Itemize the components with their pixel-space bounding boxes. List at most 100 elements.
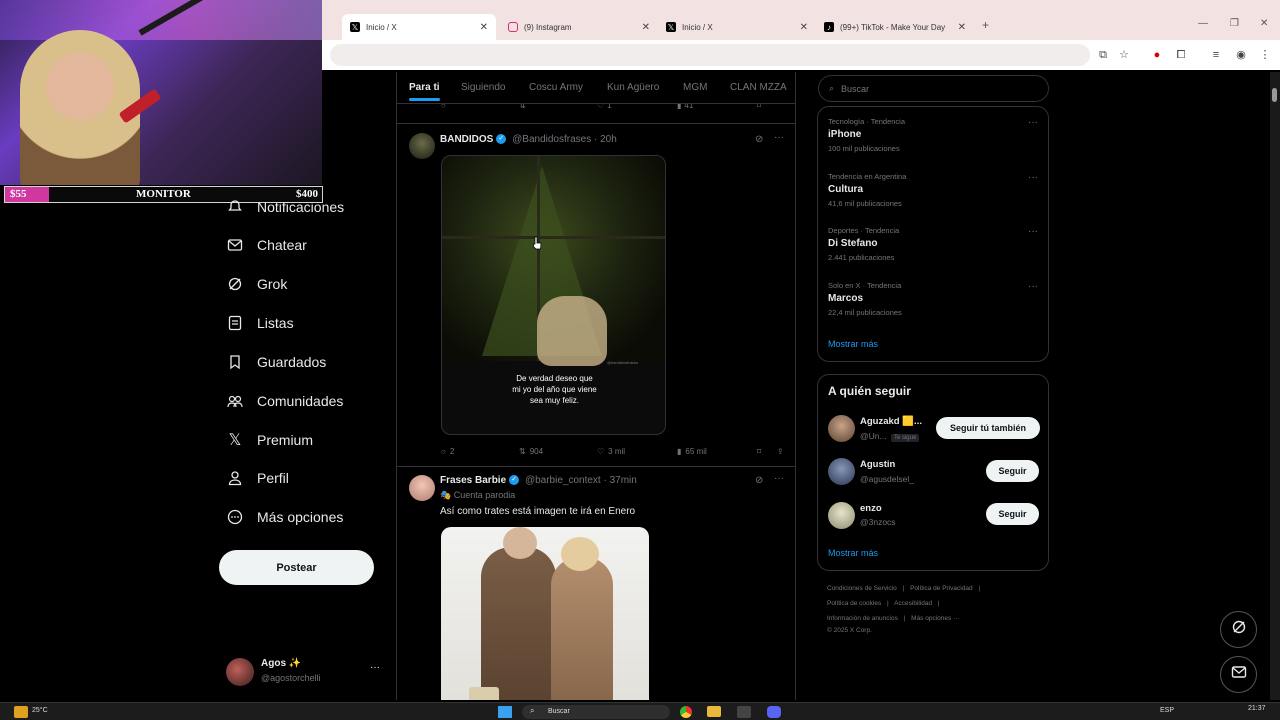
footer-link[interactable]: Información de anuncios [827,615,898,622]
grok-icon[interactable]: ⊘ [755,475,763,486]
avatar[interactable] [828,458,855,485]
follow-back-button[interactable]: Seguir tú también [936,417,1040,439]
nav-item-grok[interactable]: Grok [226,272,287,296]
tweet[interactable]: Frases Barbie ✓ @barbie_context · 37min 🎭… [397,467,795,700]
more-icon[interactable]: ··· [1028,172,1038,183]
clock[interactable]: 21:37 [1248,705,1266,712]
tab-siguiendo[interactable]: Siguiendo [461,82,505,93]
media-icon[interactable]: ≡ [1209,48,1223,62]
reply-button[interactable]: ○ 2 [441,447,454,456]
taskbar-search[interactable]: ⌕ Buscar [522,705,670,719]
avatar[interactable] [828,415,855,442]
obs-icon[interactable] [737,706,751,718]
tweet-author[interactable]: Frases Barbie [440,475,506,486]
tweet-handle[interactable]: @Bandidosfrases [512,134,591,145]
nav-item-mas-opciones[interactable]: Más opciones [226,505,343,529]
nav-label: Comunidades [257,393,344,409]
follow-name[interactable]: Agustin [860,459,895,470]
nav-item-comunidades[interactable]: Comunidades [226,389,343,413]
footer-link[interactable]: Más opciones ··· [911,615,959,622]
footer-link[interactable]: Política de Privacidad [910,585,973,592]
tab-mgm[interactable]: MGM [683,82,707,93]
follow-show-more-link[interactable]: Mostrar más [828,548,878,558]
tab-inicio-x-2[interactable]: 𝕏 Inicio / X ✕ [658,14,816,40]
messages-float-button[interactable] [1220,656,1257,693]
trend-item[interactable]: Deportes · Tendencia Di Stefano 2.441 pu… [828,226,899,262]
tweet-handle[interactable]: @barbie_context [525,475,601,486]
nav-item-notificaciones[interactable]: Notificaciones [226,195,344,219]
more-icon[interactable]: ··· [1028,281,1038,292]
language-indicator[interactable]: ESP [1160,707,1174,714]
restore-icon[interactable]: ❐ [1230,18,1239,29]
url-input[interactable] [330,44,1090,66]
trend-item[interactable]: Solo en X · Tendencia Marcos 22,4 mil pu… [828,281,902,317]
trends-show-more-link[interactable]: Mostrar más [828,339,878,349]
follow-button[interactable]: Seguir [986,460,1039,482]
minimize-icon[interactable]: — [1198,18,1208,29]
close-icon[interactable]: ✕ [642,22,650,33]
windows-start-icon[interactable] [498,706,512,718]
nav-item-perfil[interactable]: Perfil [226,466,289,490]
account-switcher[interactable]: Agos ✨ @agostorchelli ··· [226,656,386,690]
post-button[interactable]: Postear [219,550,374,585]
tab-instagram[interactable]: (9) Instagram ✕ [500,14,658,40]
tweet-image[interactable]: De verdad deseo que mi yo del año que vi… [441,155,666,435]
grok-float-button[interactable] [1220,611,1257,648]
grok-icon[interactable]: ⊘ [755,134,763,145]
nav-item-chatear[interactable]: Chatear [226,233,307,257]
tweet[interactable]: BANDIDOS ✓ @Bandidosfrases · 20h ⊘ ··· De… [397,124,795,466]
tweet-image[interactable] [441,527,649,700]
tab-para-ti[interactable]: Para ti [409,82,440,101]
footer-link[interactable]: Condiciones de Servicio [827,585,897,592]
trend-item[interactable]: Tendencia en Argentina Cultura 41,6 mil … [828,172,906,208]
install-app-icon[interactable]: ⧉ [1096,48,1110,62]
close-icon[interactable]: ✕ [480,22,488,33]
menu-icon[interactable]: ⋮ [1258,48,1272,62]
folder-icon[interactable] [707,706,721,717]
search-input[interactable]: ⌕ Buscar [818,75,1049,102]
follow-name[interactable]: enzo [860,503,882,514]
nav-item-guardados[interactable]: Guardados [226,350,326,374]
share-icon[interactable]: ⇪ [777,447,784,456]
nav-item-premium[interactable]: 𝕏 Premium [226,428,313,452]
repost-button[interactable]: ⇅ 904 [519,447,543,456]
tab-tiktok[interactable]: ♪ (99+) TikTok - Make Your Day ✕ [816,14,974,40]
more-icon[interactable]: ··· [1028,226,1038,237]
close-icon[interactable]: ✕ [800,22,808,33]
follow-button[interactable]: Seguir [986,503,1039,525]
star-icon[interactable]: ☆ [1117,48,1131,62]
weather-temp[interactable]: 25°C [32,707,48,714]
tweet-time[interactable]: · 37min [603,475,636,486]
tab-clan-mzza[interactable]: CLAN MZZA [730,82,787,93]
footer-link[interactable]: Política de cookies [827,600,881,607]
more-icon[interactable]: ··· [1028,117,1038,128]
reply-count: 2 [449,446,455,456]
profile-icon[interactable]: ◉ [1234,48,1248,62]
opera-icon[interactable]: ● [1150,48,1164,62]
extensions-icon[interactable]: ⧠ [1174,48,1188,62]
trend-count: 22,4 mil publicaciones [828,308,902,317]
close-window-icon[interactable]: ✕ [1260,18,1268,29]
discord-icon[interactable] [767,706,781,718]
tab-coscu-army[interactable]: Coscu Army [529,82,583,93]
account-handle: @agostorchelli [261,673,321,683]
page-scrollbar[interactable] [1270,72,1280,700]
avatar[interactable] [828,502,855,529]
bookmark-icon[interactable]: ⌑ [757,447,761,456]
chrome-icon[interactable] [680,706,692,718]
tweet-author[interactable]: BANDIDOS [440,134,493,145]
close-icon[interactable]: ✕ [958,22,966,33]
more-icon[interactable]: ··· [774,473,784,484]
tweet-time[interactable]: · 20h [594,134,617,145]
tab-inicio-x[interactable]: 𝕏 Inicio / X ✕ [342,14,496,40]
nav-item-listas[interactable]: Listas [226,311,294,335]
footer-link[interactable]: Accesibilidad [894,600,932,607]
views-button[interactable]: ▮ 65 mil [677,447,707,456]
like-button[interactable]: ♡ 3 mil [597,447,625,456]
trend-item[interactable]: Tecnología · Tendencia iPhone 100 mil pu… [828,117,905,153]
follow-name[interactable]: Aguzakd 🟨... [860,416,922,427]
tab-kun-aguero[interactable]: Kun Agüero [607,82,659,93]
goal-label: MONITOR [136,188,191,200]
new-tab-button[interactable]: + [982,18,989,32]
more-icon[interactable]: ··· [774,132,784,143]
